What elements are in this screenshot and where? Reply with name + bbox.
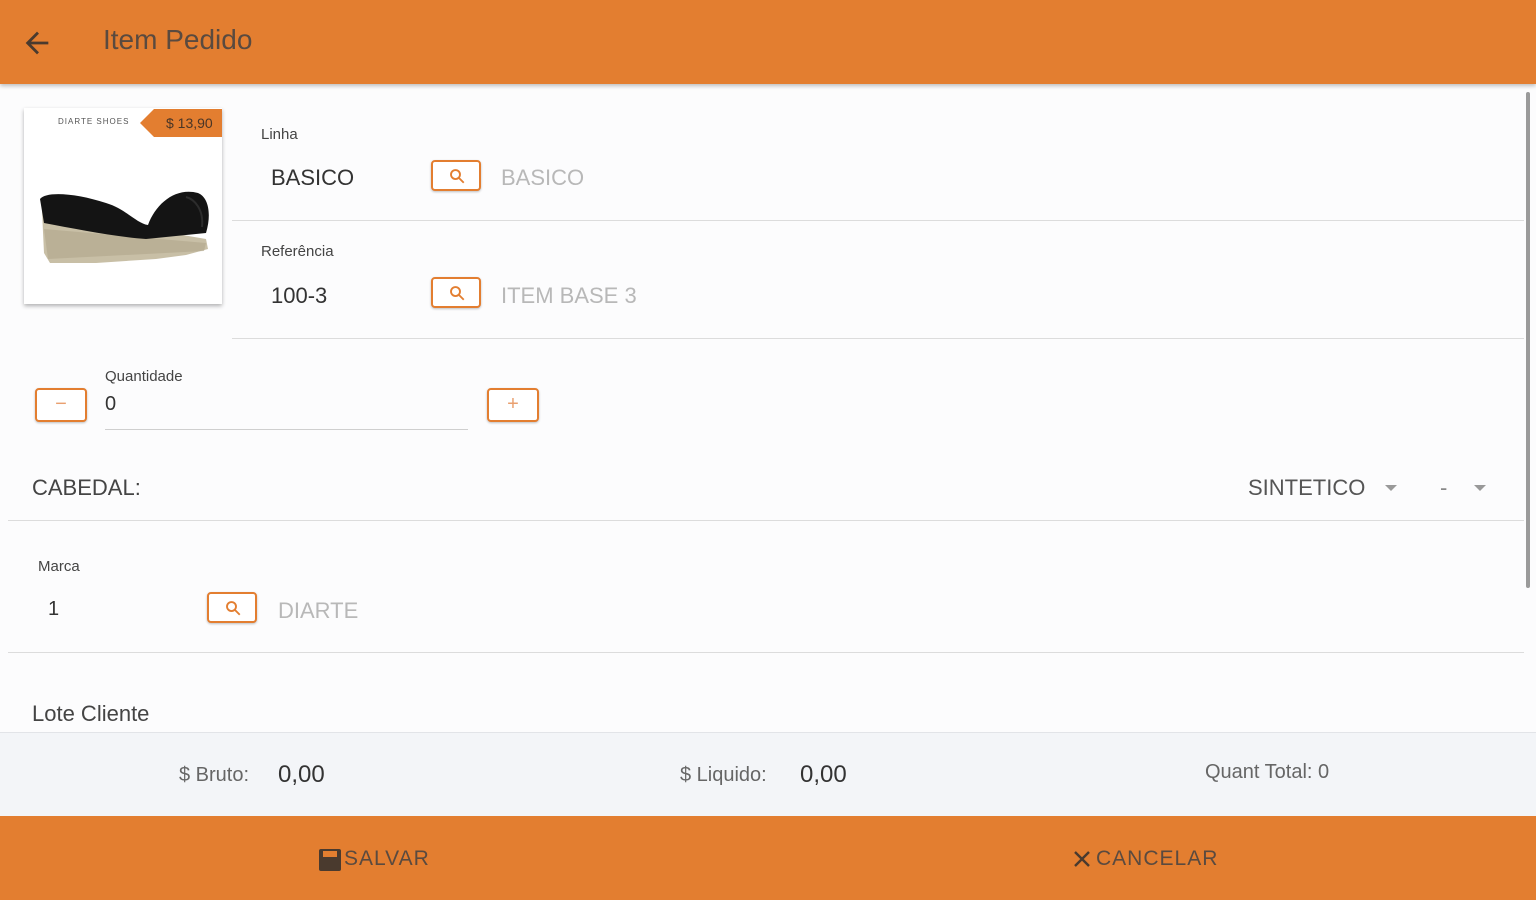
price-text: $ 13,90 bbox=[166, 115, 213, 131]
quantidade-label: Quantidade bbox=[105, 368, 183, 385]
divider bbox=[232, 220, 1524, 221]
product-brand-text: DIARTE SHOES bbox=[58, 117, 130, 126]
marca-label: Marca bbox=[38, 558, 80, 575]
save-button[interactable]: SALVAR bbox=[0, 816, 768, 900]
linha-label: Linha bbox=[261, 126, 298, 143]
cabedal-label: CABEDAL: bbox=[32, 475, 141, 500]
lote-cliente-label: Lote Cliente bbox=[32, 701, 150, 726]
linha-description: BASICO bbox=[501, 165, 585, 190]
app-bar: Item Pedido bbox=[0, 0, 1536, 84]
liquido-value: 0,00 bbox=[800, 761, 847, 788]
quantity-minus-button[interactable]: − bbox=[35, 388, 87, 422]
cabedal-select-material[interactable]: SINTETICO bbox=[1248, 475, 1365, 501]
divider bbox=[8, 520, 1524, 521]
linha-code[interactable]: BASICO bbox=[271, 165, 354, 191]
liquido-label: $ Liquido: bbox=[680, 764, 767, 786]
close-icon bbox=[1074, 851, 1090, 867]
cabedal-select-color[interactable]: - bbox=[1440, 475, 1447, 501]
marca-code[interactable]: 1 bbox=[48, 598, 59, 621]
cancel-button[interactable]: CANCELAR bbox=[768, 816, 1536, 900]
save-label: SALVAR bbox=[344, 847, 430, 870]
back-arrow-icon[interactable] bbox=[20, 26, 54, 60]
product-image[interactable]: DIARTE SHOES $ 13,90 bbox=[24, 108, 222, 304]
search-icon bbox=[226, 601, 241, 616]
referencia-label: Referência bbox=[261, 243, 334, 260]
bottom-action-bar: SALVAR CANCELAR bbox=[0, 816, 1536, 900]
quantity-plus-button[interactable]: + bbox=[487, 388, 539, 422]
divider bbox=[8, 652, 1524, 653]
marca-description: DIARTE bbox=[278, 598, 359, 623]
search-icon bbox=[450, 169, 465, 184]
referencia-code[interactable]: 100-3 bbox=[271, 283, 327, 309]
divider bbox=[232, 338, 1524, 339]
marca-search-button[interactable] bbox=[207, 592, 257, 623]
bruto-label: $ Bruto: bbox=[179, 764, 250, 786]
scrollbar[interactable] bbox=[1526, 92, 1530, 588]
referencia-search-button[interactable] bbox=[431, 277, 481, 308]
quant-total: Quant Total: 0 bbox=[1205, 761, 1330, 783]
form-content[interactable]: DIARTE SHOES $ 13,90 Linha BASICO BASICO… bbox=[0, 88, 1536, 732]
referencia-description: ITEM BASE 3 bbox=[501, 283, 637, 308]
search-icon bbox=[450, 286, 465, 301]
quantity-input[interactable]: 0 bbox=[105, 393, 116, 416]
shoe-photo bbox=[40, 191, 209, 263]
price-tag: $ 13,90 bbox=[140, 109, 222, 137]
page-title: Item Pedido bbox=[103, 24, 253, 55]
totals-bar: $ Bruto: 0,00 $ Liquido: 0,00 Quant Tota… bbox=[0, 732, 1536, 817]
chevron-down-icon bbox=[1385, 485, 1397, 491]
cancel-label: CANCELAR bbox=[1096, 847, 1219, 870]
linha-search-button[interactable] bbox=[431, 160, 481, 191]
chevron-down-icon bbox=[1474, 485, 1486, 491]
bruto-value: 0,00 bbox=[278, 761, 325, 788]
quantity-underline bbox=[105, 429, 468, 430]
save-icon bbox=[319, 849, 341, 871]
